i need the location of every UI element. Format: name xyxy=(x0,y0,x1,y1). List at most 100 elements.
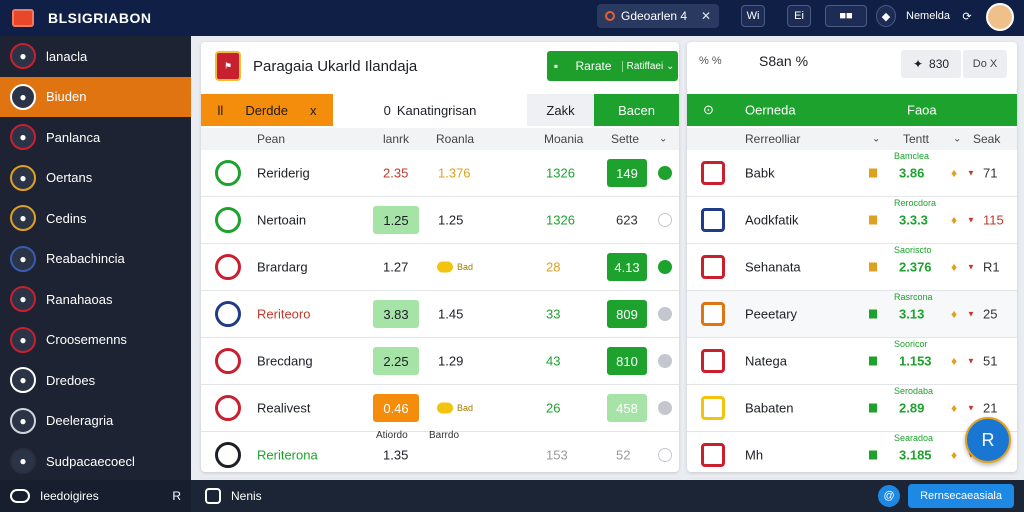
apps-icon[interactable]: ■■ xyxy=(825,5,867,27)
sidebar-item[interactable]: ● Deeleragria xyxy=(0,401,191,442)
rate-button[interactable]: ▪ Rarate Ratiffaei ⌄ xyxy=(547,51,678,81)
side-row[interactable]: Babk Bamclea 3.86 ♦ ▼ 71 xyxy=(687,150,1017,197)
tab-zakk[interactable]: Zakk xyxy=(527,94,594,126)
table-row[interactable]: Reriderig 2.35 1.376 1326 149 xyxy=(201,150,679,197)
odds-button[interactable]: ✦ 830 xyxy=(901,50,961,78)
result-value[interactable]: 52 xyxy=(616,448,630,463)
result-cell[interactable]: 4.13 xyxy=(607,253,647,281)
search-field[interactable]: Gdeoarlen 4 ✕ xyxy=(597,4,719,28)
tab-close-icon[interactable]: x xyxy=(310,103,317,118)
table-row[interactable]: Brardarg 1.27 Bad 28 4.13 xyxy=(201,244,679,291)
heart-icon[interactable]: ♦ xyxy=(951,213,957,227)
tab-derdde[interactable]: ll Derdde x xyxy=(201,94,333,126)
sidebar-item[interactable]: ● Cedins xyxy=(0,198,191,239)
shield-icon[interactable]: ◆ xyxy=(876,5,896,27)
odds-value[interactable]: 1.25 xyxy=(438,213,463,228)
radio-icon[interactable] xyxy=(658,213,672,227)
result-cell[interactable]: 809 xyxy=(607,300,647,328)
radio-icon[interactable] xyxy=(658,448,672,462)
user-icon[interactable]: R xyxy=(172,489,181,503)
sidebar-item[interactable]: ● Croosemenns xyxy=(0,320,191,361)
app-logo[interactable]: BLSIGRIABON xyxy=(0,9,190,27)
tab-kanatingrisan[interactable]: 0 Kanatingrisan xyxy=(333,94,527,126)
heart-icon[interactable]: ♦ xyxy=(951,401,957,415)
tab-oerneda[interactable]: Oerneda xyxy=(745,103,796,118)
rate-dropdown[interactable]: Ratiffaei ⌄ xyxy=(622,60,678,72)
heart-icon[interactable]: ♦ xyxy=(951,260,957,274)
row-sublabel: Serodaba xyxy=(894,386,934,396)
table-row[interactable]: Brecdang 2.25 1.29 43 810 xyxy=(201,338,679,385)
chevron-down-icon[interactable]: ⌄ xyxy=(659,134,667,145)
close-button[interactable]: Do X xyxy=(963,50,1007,78)
side-row[interactable]: Babaten Serodaba 2.89 ♦ ▼ 21 xyxy=(687,385,1017,432)
side-row[interactable]: Sehanata Saoriscto 2.376 ♦ ▼ R1 xyxy=(687,244,1017,291)
result-cell[interactable]: 149 xyxy=(607,159,647,187)
bottom-left-label[interactable]: Ieedoigires xyxy=(40,489,99,503)
filter-icon[interactable]: % % xyxy=(699,55,759,67)
floating-action-button[interactable]: R xyxy=(965,417,1011,463)
heart-icon[interactable]: ♦ xyxy=(951,166,957,180)
odds-value[interactable]: 1.45 xyxy=(438,307,463,322)
result-value[interactable]: 623 xyxy=(616,213,638,228)
row-sublabel: Searadoa xyxy=(894,433,934,443)
search-value: Gdeoarlen 4 xyxy=(621,9,688,23)
table-row[interactable]: Reriteoro 3.83 1.45 33 809 xyxy=(201,291,679,338)
result-value: 4.13 xyxy=(614,259,640,275)
sidebar-gear-icon: ● xyxy=(10,407,36,434)
sidebar-item[interactable]: ● Ranahaoas xyxy=(0,279,191,320)
chat-icon[interactable] xyxy=(205,488,221,504)
odds-value[interactable]: 1.376 xyxy=(438,166,471,181)
result-cell[interactable]: 810 xyxy=(607,347,647,375)
support-icon[interactable]: @ xyxy=(878,485,901,507)
radio-icon[interactable] xyxy=(658,354,672,368)
sidebar-star-icon: ● xyxy=(10,448,36,475)
odds-value[interactable]: 1.29 xyxy=(438,354,463,369)
avatar[interactable] xyxy=(986,3,1014,31)
check-icon[interactable] xyxy=(658,166,672,180)
sidebar-item[interactable]: ● Biuden xyxy=(0,76,191,117)
coin-icon xyxy=(437,402,453,414)
chevron-down-icon[interactable]: ⌄ xyxy=(953,134,961,145)
refresh-icon[interactable]: ⟳ xyxy=(958,5,976,27)
table-row[interactable]: Nertoain 1.25 1.25 1326 623 xyxy=(201,197,679,244)
tile-icon[interactable]: Wi xyxy=(741,5,765,27)
bottom-action-button[interactable]: Rernsecaeasiala xyxy=(908,484,1014,508)
window-icon[interactable]: Ei xyxy=(787,5,811,27)
toggle-icon[interactable] xyxy=(10,489,30,503)
odds-cell[interactable]: 2.25 xyxy=(373,347,419,375)
heart-icon[interactable]: ♦ xyxy=(951,448,957,462)
table-row[interactable]: Reriterona Atiordo 1.35 Barrdo 153 52 xyxy=(201,430,679,479)
user-name[interactable]: Nemelda xyxy=(906,10,950,22)
sidebar-item[interactable]: ● lanacla xyxy=(0,36,191,77)
odds-value[interactable]: 1.35 xyxy=(383,448,408,463)
logo-icon xyxy=(12,9,34,27)
tab-bacen[interactable]: Bacen xyxy=(594,94,679,126)
side-row[interactable]: Aodkfatik Rerocdora 3.3.3 ♦ ▼ 115 xyxy=(687,197,1017,244)
sidebar-item[interactable]: ● Sudpacaecoecl xyxy=(0,441,191,482)
team-name: Sehanata xyxy=(745,259,801,275)
side-row[interactable]: Natega Sooricor 1.153 ♦ ▼ 51 xyxy=(687,338,1017,385)
result-cell[interactable]: 458 xyxy=(607,394,647,422)
odds-cell[interactable]: 3.83 xyxy=(373,300,419,328)
odds-value[interactable]: 2.35 xyxy=(383,166,408,181)
bottom-mid-label[interactable]: Nenis xyxy=(231,489,262,503)
sidebar-item-label: Biuden xyxy=(46,89,87,105)
check-icon[interactable] xyxy=(658,260,672,274)
chevron-down-icon[interactable]: ⌄ xyxy=(872,134,880,145)
odds-value[interactable]: 1.27 xyxy=(383,260,408,275)
odds-cell[interactable]: 1.25 xyxy=(373,206,419,234)
radio-icon[interactable] xyxy=(658,401,672,415)
sidebar-item[interactable]: ● Reabachincia xyxy=(0,239,191,280)
col-header: Sette xyxy=(611,132,640,146)
heart-icon[interactable]: ♦ xyxy=(951,307,957,321)
close-icon[interactable]: ✕ xyxy=(701,9,711,23)
heart-icon[interactable]: ♦ xyxy=(951,354,957,368)
odds-cell[interactable]: 0.46 xyxy=(373,394,419,422)
side-row[interactable]: Peeetary Rasrcona 3.13 ♦ ▼ 25 xyxy=(687,291,1017,338)
sidebar-item[interactable]: ● Panlanca xyxy=(0,117,191,158)
radio-icon[interactable] xyxy=(658,307,672,321)
sidebar-item[interactable]: ● Oertans xyxy=(0,158,191,199)
sidebar-item[interactable]: ● Dredoes xyxy=(0,360,191,401)
table-row[interactable]: Realivest 0.46 Bad 26 458 xyxy=(201,385,679,432)
tab-faoa[interactable]: Faoa xyxy=(907,103,937,118)
